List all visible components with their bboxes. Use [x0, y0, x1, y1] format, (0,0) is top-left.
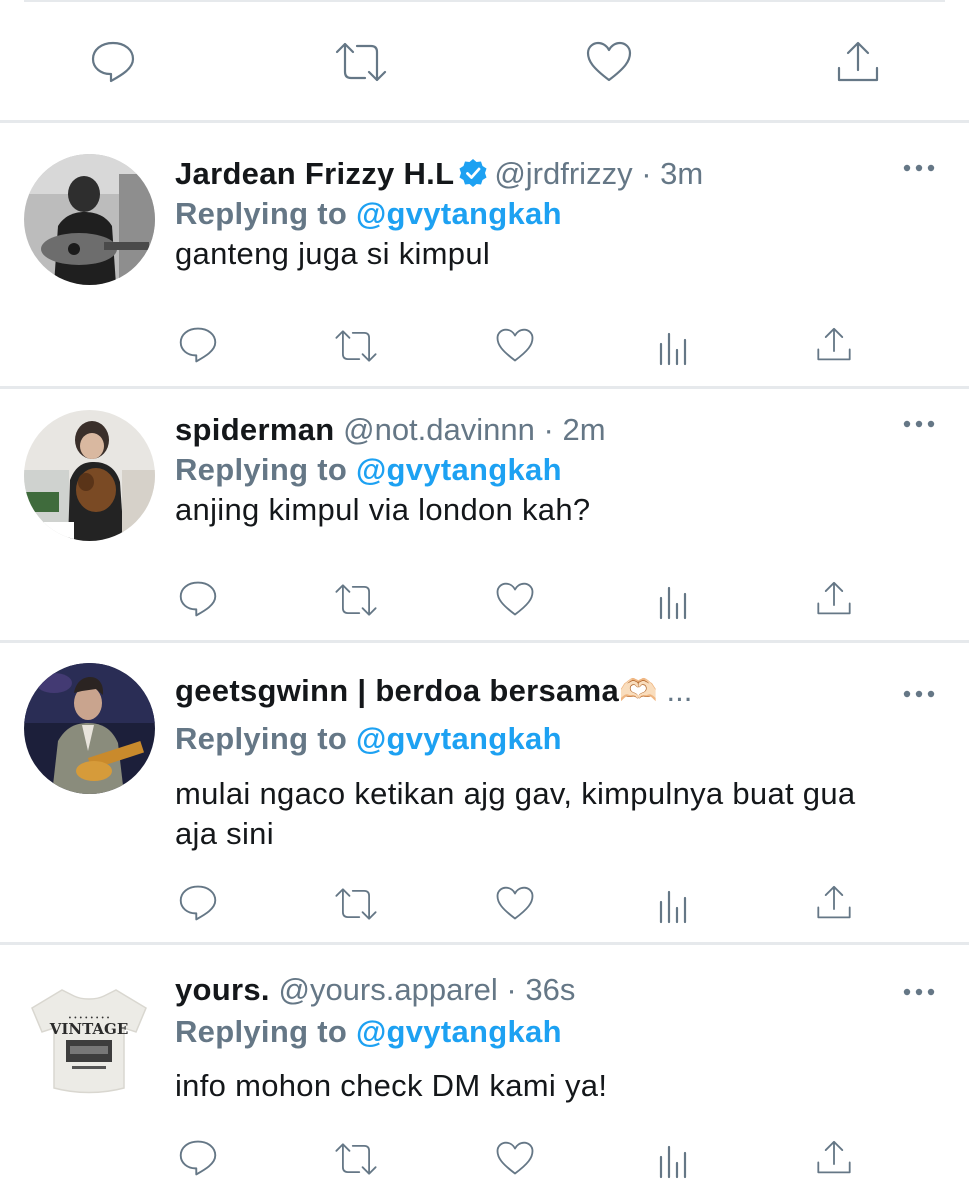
tweet-text: anjing kimpul via london kah?	[175, 492, 591, 527]
reply-icon[interactable]	[178, 326, 218, 364]
replying-to-line: Replying to @gvytangkah	[175, 194, 562, 234]
timestamp[interactable]: 36s	[525, 972, 575, 1007]
separator-dot: ·	[632, 156, 661, 191]
tweet-actions	[0, 580, 969, 630]
display-name[interactable]: spiderman	[175, 412, 334, 447]
share-icon[interactable]	[815, 1139, 853, 1176]
like-icon[interactable]	[585, 40, 633, 84]
share-icon[interactable]	[835, 40, 881, 84]
analytics-icon[interactable]	[657, 1143, 691, 1179]
divider	[0, 120, 969, 123]
tweet[interactable]: geetsgwinn | berdoa bersama🫶🏻 ... Replyi…	[0, 642, 969, 942]
retweet-icon[interactable]	[333, 1141, 379, 1177]
mention-link[interactable]: @gvytangkah	[356, 196, 562, 231]
handle-truncated[interactable]: ...	[667, 673, 693, 708]
more-options-icon[interactable]	[903, 686, 935, 704]
separator-dot: ·	[497, 972, 526, 1007]
analytics-icon[interactable]	[657, 888, 691, 924]
retweet-icon[interactable]	[333, 40, 389, 84]
share-icon[interactable]	[815, 326, 853, 363]
tweet-actions	[0, 1139, 969, 1189]
avatar[interactable]	[24, 154, 155, 285]
retweet-icon[interactable]	[333, 582, 379, 618]
analytics-icon[interactable]	[657, 330, 691, 366]
tweet[interactable]: • • • • • • • • VINTAGE yours. @yours.ap…	[0, 945, 969, 1200]
replying-to-line: Replying to @gvytangkah	[175, 450, 562, 490]
timestamp[interactable]: 3m	[660, 156, 703, 191]
like-icon[interactable]	[495, 885, 535, 922]
share-icon[interactable]	[815, 884, 853, 921]
reply-icon[interactable]	[90, 40, 136, 84]
like-icon[interactable]	[495, 327, 535, 364]
replying-label: Replying to	[175, 1014, 348, 1049]
tweet-text: mulai ngaco ketikan ajg gav, kimpulnya b…	[175, 776, 856, 851]
replying-label: Replying to	[175, 452, 348, 487]
mention-link[interactable]: @gvytangkah	[356, 452, 562, 487]
retweet-icon[interactable]	[333, 886, 379, 922]
like-icon[interactable]	[495, 581, 535, 618]
tweet-text: ganteng juga si kimpul	[175, 236, 491, 271]
reply-icon[interactable]	[178, 580, 218, 618]
tweet-text: info mohon check DM kami ya!	[175, 1068, 608, 1103]
tweet-header: geetsgwinn | berdoa bersama🫶🏻 ...	[175, 671, 692, 711]
replying-label: Replying to	[175, 196, 348, 231]
tweet[interactable]: spiderman @not.davinnn · 2m Replying to …	[0, 386, 969, 640]
mention-link[interactable]: @gvytangkah	[356, 1014, 562, 1049]
retweet-icon[interactable]	[333, 328, 379, 364]
reply-icon[interactable]	[178, 884, 218, 922]
reply-icon[interactable]	[178, 1139, 218, 1177]
verified-badge-icon	[458, 158, 488, 198]
mention-link[interactable]: @gvytangkah	[356, 721, 562, 756]
separator-dot: ·	[534, 412, 563, 447]
more-options-icon[interactable]	[903, 416, 935, 434]
replying-to-line: Replying to @gvytangkah	[175, 719, 562, 759]
more-options-icon[interactable]	[903, 984, 935, 1002]
replying-label: Replying to	[175, 721, 348, 756]
previous-tweet-actions	[0, 0, 969, 122]
tweet-header: Jardean Frizzy H.L @jrdfrizzy · 3m	[175, 154, 703, 194]
tweet-header: spiderman @not.davinnn · 2m	[175, 410, 606, 450]
avatar[interactable]: • • • • • • • • VINTAGE	[24, 970, 155, 1101]
more-options-icon[interactable]	[903, 160, 935, 178]
share-icon[interactable]	[815, 580, 853, 617]
avatar[interactable]	[24, 663, 155, 794]
tweet[interactable]: Jardean Frizzy H.L @jrdfrizzy · 3m Replyi…	[0, 130, 969, 386]
display-name[interactable]: Jardean Frizzy H.L	[175, 156, 454, 191]
replying-to-line: Replying to @gvytangkah	[175, 1012, 562, 1052]
handle[interactable]: @yours.apparel	[278, 972, 497, 1007]
like-icon[interactable]	[495, 1140, 535, 1177]
handle[interactable]: @not.davinnn	[343, 412, 535, 447]
timestamp[interactable]: 2m	[562, 412, 605, 447]
handle[interactable]: @jrdfrizzy	[494, 156, 632, 191]
display-name[interactable]: geetsgwinn | berdoa bersama🫶🏻	[175, 673, 658, 708]
display-name[interactable]: yours.	[175, 972, 270, 1007]
avatar[interactable]	[24, 410, 155, 541]
avatar-shirt-text: VINTAGE	[49, 1020, 129, 1038]
tweet-header: yours. @yours.apparel · 36s	[175, 970, 575, 1010]
tweet-actions	[0, 884, 969, 934]
tweet-actions	[0, 326, 969, 376]
analytics-icon[interactable]	[657, 584, 691, 620]
